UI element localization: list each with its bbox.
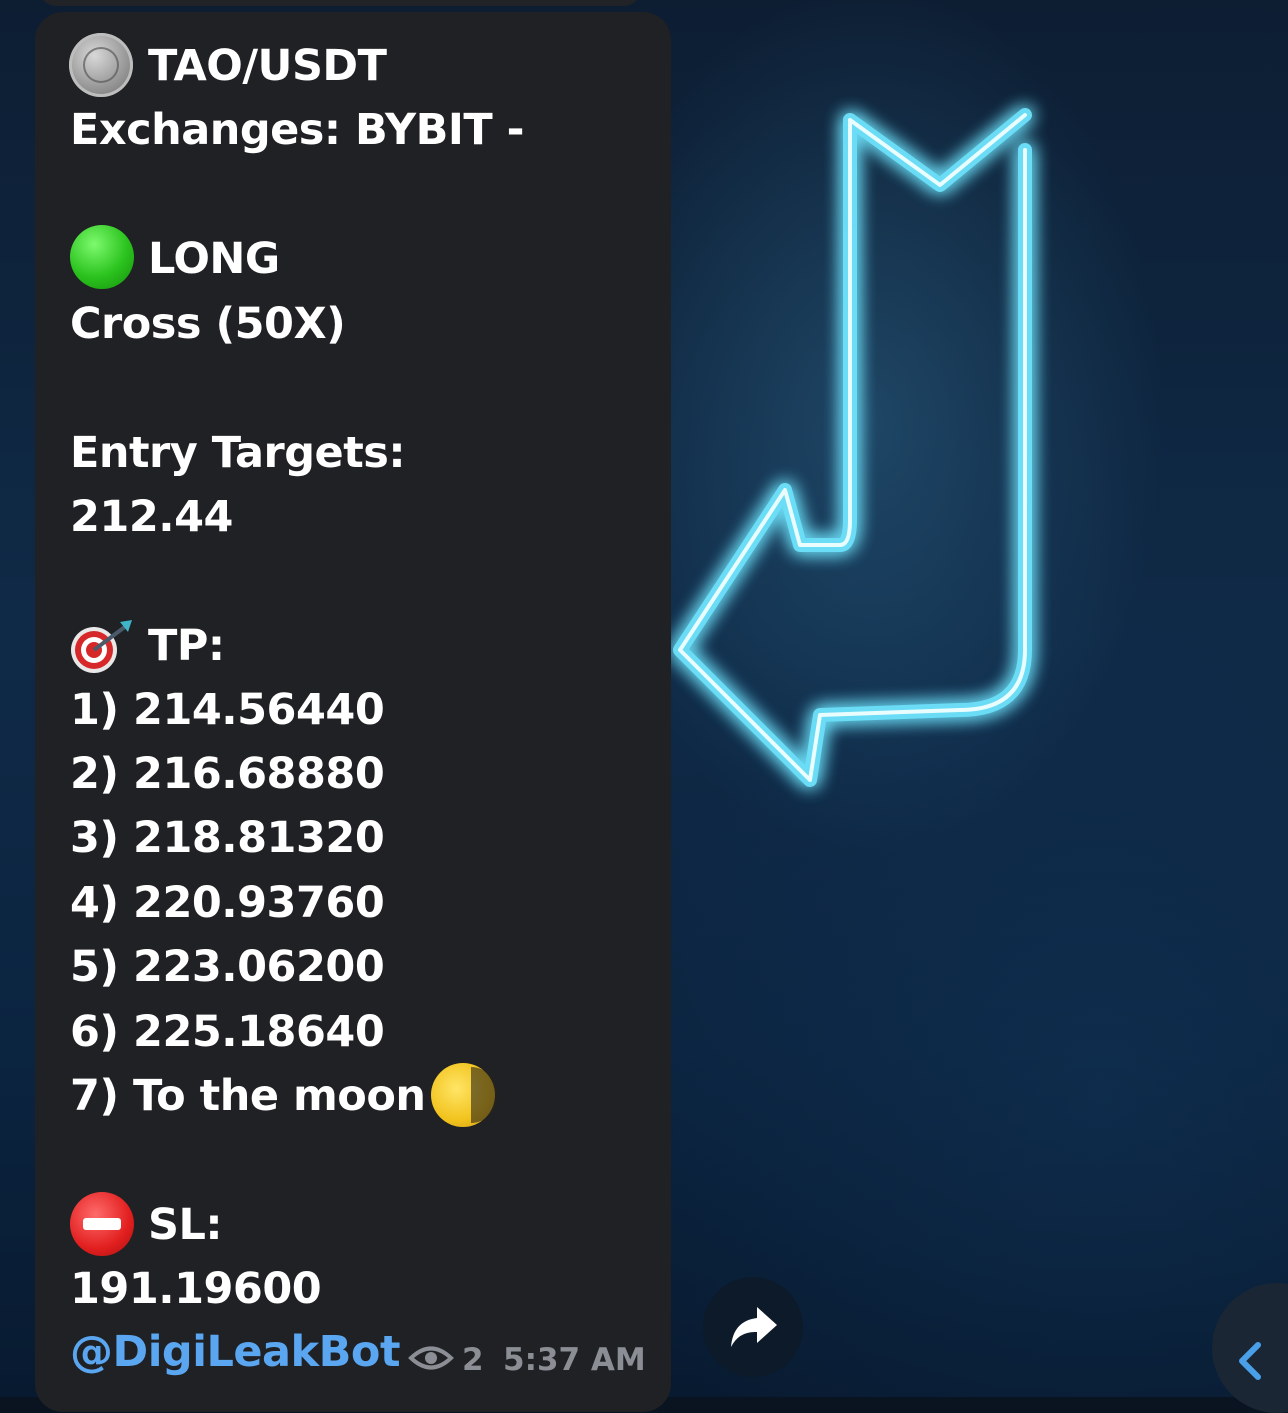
share-button[interactable]: [703, 1277, 803, 1377]
pair-title: TAO/USDT: [148, 41, 387, 91]
tp-item: 4) 220.93760: [70, 878, 385, 928]
bot-handle-link[interactable]: @DigiLeakBot: [70, 1326, 401, 1378]
tp-item: 2) 216.68880: [70, 749, 385, 799]
tp-label: TP:: [148, 621, 225, 671]
sl-label: SL:: [148, 1200, 223, 1250]
tp-item: 5) 223.06200: [70, 942, 385, 992]
tao-coin-icon: [69, 33, 133, 97]
share-icon: [731, 1307, 777, 1347]
entry-label: Entry Targets:: [70, 428, 406, 478]
side-label: LONG: [148, 234, 280, 284]
exchanges-line: Exchanges: BYBIT -: [70, 105, 525, 155]
tp-item: 6) 225.18640: [70, 1007, 385, 1057]
tp-item: 3) 218.81320: [70, 813, 385, 863]
tp-item: 7) To the moon: [70, 1071, 426, 1121]
moon-icon: [431, 1063, 497, 1127]
entry-value: 212.44: [70, 492, 233, 542]
view-count: 2: [462, 1342, 484, 1378]
eye-icon: [408, 1346, 454, 1370]
tp-item: 1) 214.56440: [70, 685, 385, 735]
direct-hit-icon: [71, 620, 132, 673]
previous-message-edge: [40, 0, 640, 6]
margin-line: Cross (50X): [70, 299, 346, 349]
chevron-left-icon: [1239, 1342, 1261, 1380]
message-time: 5:37 AM: [503, 1342, 646, 1378]
sl-value: 191.19600: [70, 1264, 322, 1314]
neon-arrow-icon: [673, 108, 1032, 787]
no-entry-icon: [70, 1192, 134, 1256]
green-circle-icon: [70, 225, 134, 289]
